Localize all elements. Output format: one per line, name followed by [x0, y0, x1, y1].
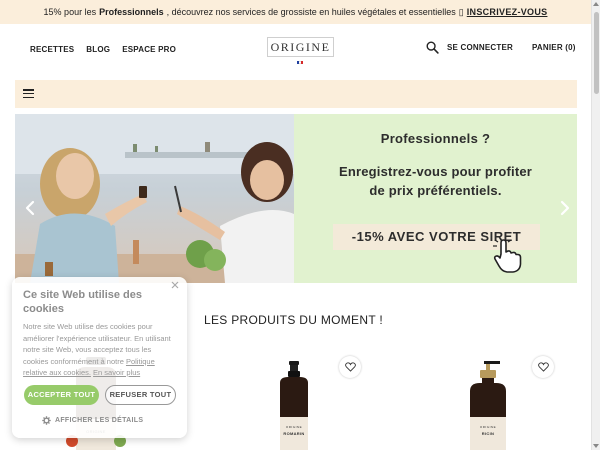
- product-brand: ORIGINE: [285, 425, 303, 429]
- nav-recettes[interactable]: RECETTES: [30, 45, 74, 54]
- favorite-button[interactable]: [532, 356, 554, 378]
- announcement-discount: 15% pour les: [43, 7, 97, 17]
- search-icon[interactable]: [426, 41, 439, 54]
- announcement-message: , découvrez nos services de grossiste en…: [166, 7, 456, 17]
- close-icon[interactable]: [170, 280, 180, 290]
- product-image[interactable]: ORIGINE RICIN: [458, 361, 518, 450]
- product-name: RICIN: [481, 431, 495, 436]
- product-name: ROMARIN: [283, 431, 305, 436]
- site-header: RECETTES BLOG ESPACE PRO ORIGINE SE CONN…: [0, 24, 591, 76]
- cookie-read-more-link[interactable]: En savoir plus: [93, 368, 140, 377]
- hero-photo: [15, 114, 294, 283]
- pump-bottle-illustration: [470, 361, 506, 450]
- nav-espace-pro[interactable]: ESPACE PRO: [122, 45, 176, 54]
- accept-all-button[interactable]: ACCEPTER TOUT: [24, 385, 99, 405]
- signup-link[interactable]: INSCRIVEZ-VOUS: [467, 7, 548, 17]
- scrollbar-thumb[interactable]: [594, 12, 599, 94]
- main-nav: RECETTES BLOG ESPACE PRO: [30, 45, 176, 54]
- french-flag-icon: [297, 61, 303, 64]
- page-scrollbar[interactable]: [591, 0, 600, 450]
- product-card[interactable]: ORIGINE RICIN: [414, 353, 564, 450]
- heart-icon: [537, 362, 549, 372]
- scroll-down-arrow-icon[interactable]: [593, 444, 599, 448]
- hero-banner[interactable]: Professionnels ? Enregistrez-vous pour p…: [15, 114, 577, 283]
- hero-text-panel: Professionnels ? Enregistrez-vous pour p…: [294, 114, 577, 283]
- announcement-audience: Professionnels: [99, 7, 164, 17]
- show-details-button[interactable]: AFFICHER LES DÉTAILS: [42, 416, 143, 425]
- pointing-hand-icon: [493, 239, 522, 273]
- scroll-up-arrow-icon[interactable]: [593, 2, 599, 6]
- product-brand: ORIGINE: [479, 425, 497, 429]
- hamburger-menu-icon[interactable]: [23, 89, 34, 98]
- product-card[interactable]: ORIGINE ROMARIN: [220, 353, 370, 450]
- slider-prev-chevron-icon[interactable]: [23, 199, 37, 217]
- cookie-title: Ce site Web utilise des cookies: [23, 289, 143, 315]
- announcement-separator: ▯: [458, 6, 464, 17]
- hero-subtitle-line2: de prix préférentiels.: [369, 183, 502, 198]
- nav-blog[interactable]: BLOG: [86, 45, 110, 54]
- professionals-photo-illustration: [15, 114, 294, 283]
- login-link[interactable]: SE CONNECTER: [447, 43, 513, 52]
- site-logo[interactable]: ORIGINE: [267, 37, 334, 57]
- menu-bar: [15, 80, 577, 108]
- slider-next-chevron-icon[interactable]: [558, 199, 572, 217]
- spray-bottle-illustration: [280, 361, 308, 450]
- section-title: LES PRODUITS DU MOMENT !: [204, 313, 383, 327]
- product-image[interactable]: ORIGINE ROMARIN: [268, 361, 320, 450]
- cart-link[interactable]: PANIER (0): [532, 43, 576, 52]
- announcement-bar: 15% pour les Professionnels, découvrez n…: [0, 0, 591, 24]
- show-details-label: AFFICHER LES DÉTAILS: [55, 417, 144, 424]
- hero-subtitle-line1: Enregistrez-vous pour profiter: [338, 164, 533, 179]
- header-actions: SE CONNECTER PANIER (0): [426, 41, 576, 54]
- favorite-button[interactable]: [339, 356, 361, 378]
- heart-icon: [344, 362, 356, 372]
- gear-icon: [42, 416, 51, 425]
- hero-title: Professionnels ?: [380, 131, 491, 146]
- cookie-description: Notre site Web utilise des cookies pour …: [23, 321, 173, 379]
- cookie-consent-panel: Ce site Web utilise des cookies Notre si…: [12, 277, 187, 438]
- refuse-all-button[interactable]: REFUSER TOUT: [105, 385, 176, 405]
